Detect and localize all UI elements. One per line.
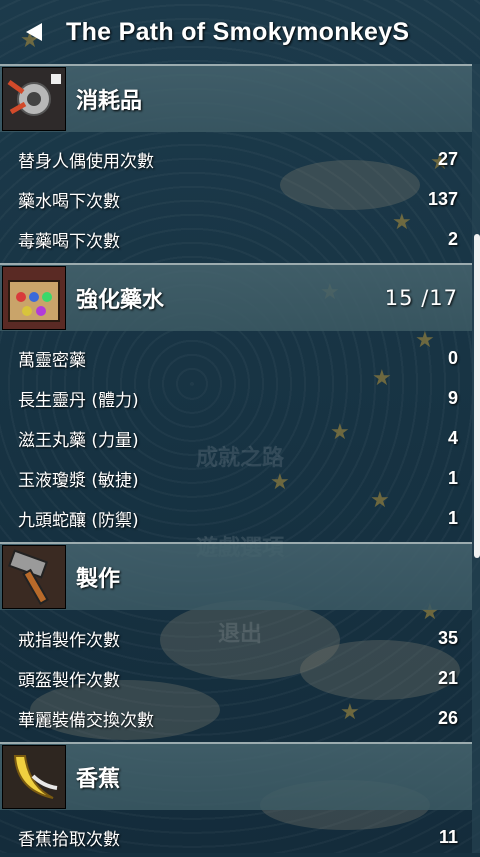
stat-value: 0 (447, 347, 458, 368)
scrollbar[interactable] (474, 234, 480, 558)
section-title: 消耗品 (76, 89, 143, 114)
stat-row: 長生靈丹 (體力) 9 (0, 378, 472, 418)
stat-row: 滋王丸藥 (力量) 4 (0, 418, 472, 458)
stat-label: 藥水喝下次數 (18, 191, 120, 212)
stat-label: 滋王丸藥 (力量) (18, 430, 139, 451)
stat-value: 26 (437, 707, 458, 728)
section-title: 製作 (76, 567, 121, 592)
stat-label: 九頭蛇釀 (防禦) (18, 510, 139, 531)
header-bar: The Path of SmokymonkeyS (0, 0, 480, 64)
stat-row: 頭盔製作次數 21 (0, 658, 472, 698)
stat-value: 1 (447, 467, 458, 488)
banana-icon (2, 745, 66, 809)
stat-label: 頭盔製作次數 (18, 670, 120, 691)
stat-row: 玉液瓊漿 (敏捷) 1 (0, 458, 472, 498)
stat-label: 萬靈密藥 (18, 350, 86, 371)
stat-value: 11 (438, 826, 458, 847)
stat-row: 毒藥喝下次數 2 (0, 219, 472, 259)
section-header-crafting: 製作 (0, 542, 472, 610)
potion-box-icon (2, 266, 66, 330)
section-header-banana: 香蕉 (0, 742, 472, 810)
stat-label: 毒藥喝下次數 (18, 231, 120, 252)
stat-value: 27 (437, 148, 458, 169)
stat-row: 香蕉拾取次數 11 (0, 817, 472, 857)
section-header-consumables: 消耗品 (0, 64, 472, 132)
stat-value: 4 (447, 427, 458, 448)
section-header-potions: 強化藥水 15 /17 (0, 263, 472, 331)
stat-label: 長生靈丹 (體力) (18, 390, 139, 411)
page-title: The Path of SmokymonkeyS (66, 17, 410, 46)
stat-row: 戒指製作次數 35 (0, 618, 472, 658)
stat-value: 9 (447, 387, 458, 408)
stat-row: 九頭蛇釀 (防禦) 1 (0, 498, 472, 538)
hammer-icon (2, 545, 66, 609)
stat-value: 1 (447, 507, 458, 528)
stat-value: 21 (437, 667, 458, 688)
stat-label: 玉液瓊漿 (敏捷) (18, 470, 139, 491)
section-title: 強化藥水 (76, 288, 165, 313)
stat-label: 香蕉拾取次數 (18, 829, 120, 850)
stat-value: 35 (437, 627, 458, 648)
doll-icon (2, 67, 66, 131)
section-count: 15 /17 (384, 286, 458, 310)
stat-row: 華麗裝備交換次數 26 (0, 698, 472, 738)
section-title: 香蕉 (76, 767, 121, 792)
stat-label: 替身人偶使用次數 (18, 151, 154, 172)
stat-row: 萬靈密藥 0 (0, 338, 472, 378)
stat-value: 2 (447, 228, 458, 249)
stat-row: 替身人偶使用次數 27 (0, 139, 472, 179)
back-arrow-icon[interactable] (26, 23, 42, 41)
stat-label: 戒指製作次數 (18, 630, 120, 651)
stat-label: 華麗裝備交換次數 (18, 710, 154, 731)
stat-value: 137 (427, 188, 458, 209)
stat-row: 藥水喝下次數 137 (0, 179, 472, 219)
